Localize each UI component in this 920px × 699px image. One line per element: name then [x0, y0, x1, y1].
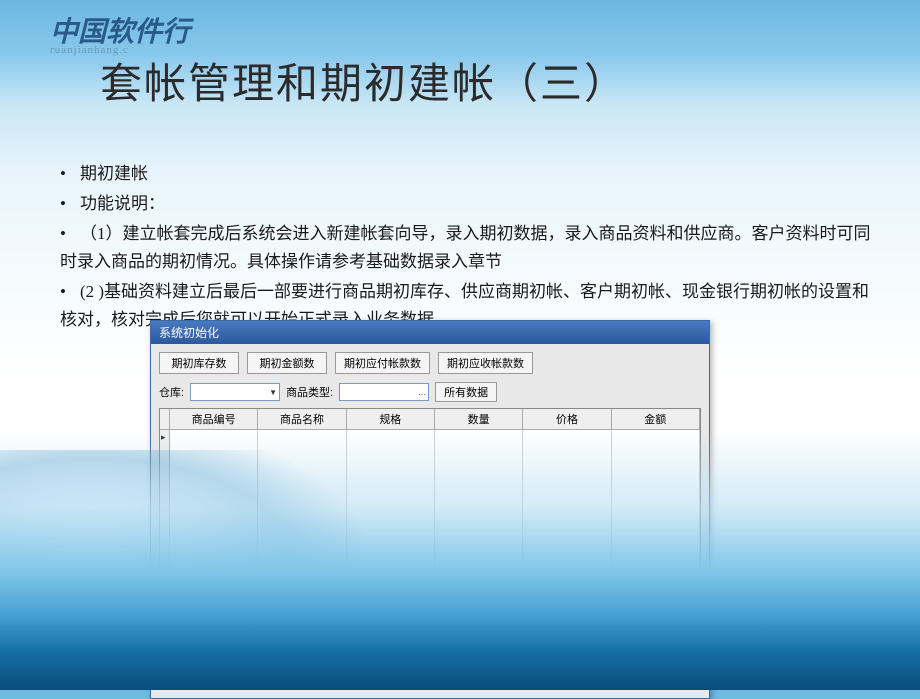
- bullet-2: 功能说明：: [60, 190, 880, 218]
- grid-col-5: [523, 430, 611, 640]
- btn-receivable[interactable]: 期初应收帐款数: [438, 352, 533, 374]
- grid-corner: [160, 409, 170, 429]
- window-body: 期初库存数 期初金额数 期初应付帐款数 期初应收帐款数 仓库: ▼ 商品类型: …: [151, 344, 709, 698]
- bullet-3: （1）建立帐套完成后系统会进入新建帐套向导，录入期初数据，录入商品资料和供应商。…: [60, 220, 880, 276]
- btn-prev[interactable]: <<上一步(B): [500, 664, 583, 686]
- grid-footer: 0 0.00: [160, 640, 700, 657]
- footer-c3: [347, 641, 435, 657]
- chevron-down-icon: ▼: [269, 388, 277, 397]
- bottom-button-row: <<上一步(B) 完成 退出: [159, 658, 701, 690]
- grid-body[interactable]: ▸: [160, 430, 700, 640]
- btn-all-data[interactable]: 所有数据: [435, 382, 497, 402]
- bullet-list: 期初建帐 功能说明： （1）建立帐套完成后系统会进入新建帐套向导，录入期初数据，…: [60, 160, 880, 336]
- type-select[interactable]: …: [339, 383, 429, 401]
- current-row-marker-icon: ▸: [161, 432, 166, 443]
- grid-col-3: [347, 430, 435, 640]
- col-product-id[interactable]: 商品编号: [170, 409, 258, 429]
- footer-qty: 0: [435, 641, 523, 657]
- app-window: 系统初始化 期初库存数 期初金额数 期初应付帐款数 期初应收帐款数 仓库: ▼ …: [150, 320, 710, 699]
- footer-c1: [170, 641, 258, 657]
- warehouse-label: 仓库:: [159, 384, 184, 400]
- footer-corner: [160, 641, 170, 657]
- grid-columns-area: [170, 430, 700, 640]
- footer-amount: 0.00: [612, 641, 700, 657]
- col-price[interactable]: 价格: [523, 409, 611, 429]
- bullet-1: 期初建帐: [60, 160, 880, 188]
- footer-c5: [523, 641, 611, 657]
- ellipsis-icon: …: [418, 388, 426, 397]
- col-spec[interactable]: 规格: [347, 409, 435, 429]
- type-label: 商品类型:: [286, 384, 333, 400]
- filter-row: 仓库: ▼ 商品类型: … 所有数据: [159, 382, 701, 402]
- btn-payable[interactable]: 期初应付帐款数: [335, 352, 430, 374]
- btn-finish[interactable]: 完成: [589, 664, 633, 686]
- btn-inventory-qty[interactable]: 期初库存数: [159, 352, 239, 374]
- exit-icon: [650, 670, 660, 680]
- btn-inventory-amount[interactable]: 期初金额数: [247, 352, 327, 374]
- slide-title: 套帐管理和期初建帐（三）: [100, 50, 628, 111]
- col-product-name[interactable]: 商品名称: [258, 409, 346, 429]
- window-titlebar[interactable]: 系统初始化: [151, 321, 709, 344]
- col-amount[interactable]: 金额: [612, 409, 700, 429]
- btn-exit-label: 退出: [664, 667, 686, 683]
- footer-c2: [258, 641, 346, 657]
- btn-exit[interactable]: 退出: [639, 664, 697, 686]
- grid-header: 商品编号 商品名称 规格 数量 价格 金额: [160, 409, 700, 430]
- col-qty[interactable]: 数量: [435, 409, 523, 429]
- grid-col-6: [612, 430, 700, 640]
- warehouse-select[interactable]: ▼: [190, 383, 280, 401]
- data-grid: 商品编号 商品名称 规格 数量 价格 金额 ▸: [159, 408, 701, 658]
- grid-col-4: [435, 430, 523, 640]
- top-button-row: 期初库存数 期初金额数 期初应付帐款数 期初应收帐款数: [159, 352, 701, 374]
- grid-col-1: [170, 430, 258, 640]
- grid-col-2: [258, 430, 346, 640]
- grid-row-header: ▸: [160, 430, 170, 640]
